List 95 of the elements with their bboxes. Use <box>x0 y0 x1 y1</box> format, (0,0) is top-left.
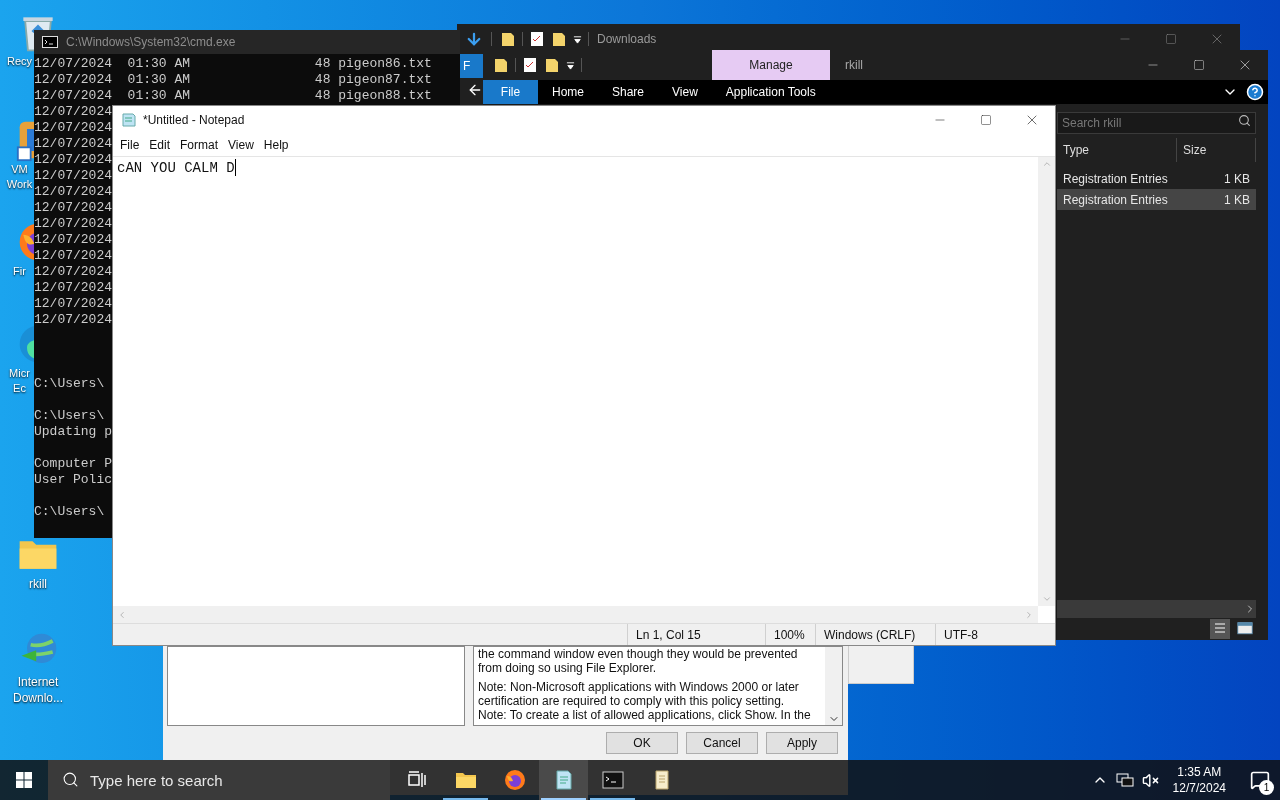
file-size: 1 KB <box>1224 170 1250 188</box>
window-title: C:\Windows\System32\cmd.exe <box>66 34 236 51</box>
console-line: 12/07/2024 01:30 AM 48 pigeon87.txt <box>34 72 432 88</box>
back-arrow-icon[interactable] <box>467 82 483 98</box>
console-line: C:\Users\ <box>34 376 105 392</box>
download-arrow-icon <box>465 30 483 48</box>
console-line: 12/07/2024 01:30 AM 48 pigeon88.txt <box>34 88 432 104</box>
maximize-icon <box>1165 33 1177 45</box>
notification-button[interactable]: 1 <box>1240 760 1280 800</box>
comment-box[interactable] <box>167 646 465 726</box>
status-text: Ln 1, Col 15 <box>636 626 701 644</box>
dropdown-icon[interactable] <box>566 60 575 70</box>
console-line: 12/07/2024 <box>34 136 112 152</box>
ribbon-tab[interactable]: View <box>658 80 712 104</box>
status-text: 100% <box>774 626 805 644</box>
network-icon[interactable] <box>1115 772 1134 788</box>
file-type: Registration Entries <box>1063 191 1169 209</box>
clock-time: 1:35 AM <box>1177 764 1222 780</box>
browser-icon <box>502 768 527 792</box>
console-line: C:\Users\ <box>34 408 105 424</box>
console-line: 12/07/2024 <box>34 216 112 232</box>
horizontal-scrollbar[interactable] <box>1057 600 1256 618</box>
console-line: 12/07/2024 <box>34 264 112 280</box>
ribbon-tab[interactable]: Application Tools <box>711 80 830 104</box>
console-line: Updating p <box>34 424 112 440</box>
dropdown-icon[interactable] <box>573 34 582 44</box>
console-line: 12/07/2024 01:30 AM 48 pigeon86.txt <box>34 56 432 72</box>
taskbar-app-button[interactable] <box>539 760 588 800</box>
checklist-icon[interactable] <box>522 57 538 73</box>
console-line: 12/07/2024 <box>34 312 112 328</box>
menu-item[interactable]: View <box>223 136 259 154</box>
search-box[interactable]: Type here to search <box>48 760 390 800</box>
notepad-icon <box>121 112 137 128</box>
file-size: 1 KB <box>1224 191 1250 209</box>
dialog-button[interactable]: Cancel <box>686 732 758 754</box>
ribbon-tab[interactable]: Share <box>598 80 659 104</box>
file-type: Registration Entries <box>1063 170 1169 188</box>
window-title: *Untitled - Notepad <box>143 112 245 129</box>
tiles-view-icon[interactable] <box>1236 621 1254 637</box>
window-title: rkill <box>845 57 863 74</box>
ribbon-tab[interactable]: File <box>483 80 538 104</box>
console-line: 12/07/2024 <box>34 168 112 184</box>
console-line: 12/07/2024 <box>34 280 112 296</box>
folder-icon[interactable] <box>544 57 560 73</box>
details-view-icon[interactable] <box>1210 619 1230 639</box>
windows-logo-icon <box>16 772 32 788</box>
console-line: 12/07/2024 <box>34 248 112 264</box>
console-line: User Polic <box>34 472 112 488</box>
console-line: 12/07/2024 <box>34 232 112 248</box>
menu-item[interactable]: Format <box>175 136 224 154</box>
console-line: 12/07/2024 <box>34 152 112 168</box>
console-line: 12/07/2024 <box>34 200 112 216</box>
volume-muted-icon[interactable] <box>1141 771 1159 789</box>
search-icon <box>1238 114 1251 127</box>
window-title: Downloads <box>597 31 657 48</box>
column-header[interactable]: Type <box>1057 138 1177 162</box>
folder-icon[interactable] <box>500 31 516 47</box>
clock[interactable]: 1:35 AM 12/7/2024 <box>1166 764 1232 796</box>
menu-item[interactable]: Edit <box>144 136 176 154</box>
text-cursor <box>234 159 236 176</box>
ribbon-tab[interactable]: F <box>459 54 483 78</box>
maximize-icon <box>1193 59 1205 71</box>
console-line: C:\Users\ <box>34 504 105 520</box>
menu-item[interactable]: File <box>115 136 145 154</box>
console-line: Computer P <box>34 456 112 472</box>
search-icon <box>62 771 79 788</box>
context-tab[interactable]: Manage <box>712 50 830 80</box>
console-icon[interactable] <box>600 768 625 792</box>
folder-icon[interactable] <box>493 57 509 73</box>
help-paragraph: Note: Non-Microsoft applications with Windows 2000 or later certification are required to comply with this policy setting. Note: To create a list of allowed applications, click Show. In the <box>478 680 812 722</box>
notification-icon <box>1250 770 1270 790</box>
menu-item[interactable]: Help <box>258 136 294 154</box>
search-field[interactable]: Search rkill <box>1057 112 1256 134</box>
editor-text: cAN YOU CALM D <box>117 159 235 177</box>
ribbon-tab[interactable]: Home <box>538 80 598 104</box>
notification-count-badge: 1 <box>1259 780 1274 795</box>
dialog-button[interactable]: OK <box>606 732 678 754</box>
status-text: UTF-8 <box>944 626 978 644</box>
console-line: 12/07/2024 <box>34 104 112 120</box>
dialog-button[interactable]: Apply <box>766 732 838 754</box>
checklist-icon[interactable] <box>529 31 545 47</box>
console-icon <box>42 36 58 48</box>
status-text: Windows (CRLF) <box>824 626 916 644</box>
clock-date: 12/7/2024 <box>1172 780 1226 796</box>
console-line: 12/07/2024 <box>34 184 112 200</box>
maximize-icon <box>980 114 992 126</box>
vertical-scrollbar[interactable] <box>825 647 842 725</box>
console-line: 12/07/2024 <box>34 296 112 312</box>
text-editor[interactable]: cAN YOU CALM D <box>113 157 1038 606</box>
console-line: 12/07/2024 <box>34 120 112 136</box>
help-icon[interactable] <box>1246 83 1264 101</box>
column-header[interactable]: Size <box>1177 138 1256 162</box>
folder-icon[interactable] <box>551 31 567 47</box>
file-row[interactable]: Registration Entries 1 KB <box>1057 189 1256 210</box>
help-paragraph: the command window even though they would be prevented from doing so using File Explorer. <box>478 647 799 675</box>
